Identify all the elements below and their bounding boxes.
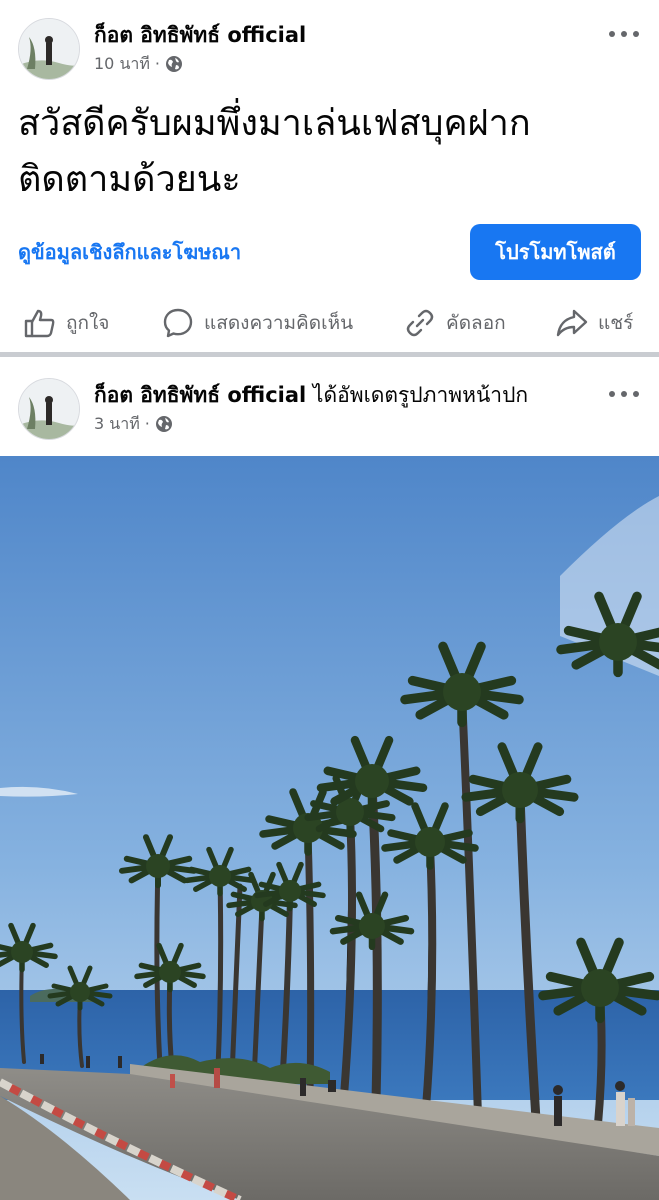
post-divider xyxy=(0,352,659,357)
globe-icon[interactable] xyxy=(155,415,173,433)
more-dots-icon[interactable] xyxy=(609,22,639,46)
comment-label: แสดงความคิดเห็น xyxy=(204,312,354,334)
post-time[interactable]: 10 นาที xyxy=(94,52,150,76)
copy-link-button[interactable]: คัดลอก xyxy=(404,300,506,346)
post-action-bar: ถูกใจ แสดงความคิดเห็น คัดลอก แชร์ xyxy=(0,300,659,346)
avatar[interactable] xyxy=(18,378,80,440)
promote-post-button[interactable]: โปรโมทโพสต์ xyxy=(470,224,641,280)
copy-label: คัดลอก xyxy=(446,312,506,334)
thumbs-up-icon xyxy=(24,309,55,338)
author-action: ได้อัพเดตรูปภาพหน้าปก xyxy=(306,383,529,407)
cover-photo[interactable] xyxy=(0,456,659,1200)
comment-bubble-icon xyxy=(163,308,193,338)
post-message-line: สวัสดีครับผมพึ่งมาเล่นเฟสบุคฝาก xyxy=(18,103,531,144)
author-name[interactable]: ก็อต อิทธิพัทธ์ official xyxy=(94,383,306,407)
meta-separator: · xyxy=(154,54,161,73)
like-button[interactable]: ถูกใจ xyxy=(24,300,109,346)
avatar-photo xyxy=(19,379,79,439)
insights-and-ads-link[interactable]: ดูข้อมูลเชิงลึกและโฆษณา xyxy=(18,236,241,268)
comment-button[interactable]: แสดงความคิดเห็น xyxy=(162,300,353,346)
link-icon xyxy=(406,309,434,337)
like-label: ถูกใจ xyxy=(66,312,110,334)
author-line: ก็อต อิทธิพัทธ์ official ได้อัพเดตรูปภาพ… xyxy=(94,380,528,410)
globe-icon[interactable] xyxy=(165,55,183,73)
share-button[interactable]: แชร์ xyxy=(556,300,633,346)
post-message-line: ติดตามด้วยนะ xyxy=(18,159,241,200)
post-meta: 3 นาที · xyxy=(94,412,173,436)
author-line: ก็อต อิทธิพัทธ์ official xyxy=(94,20,306,50)
more-dots-icon[interactable] xyxy=(609,382,639,406)
cover-photo-image xyxy=(0,456,659,1200)
facebook-feed: ก็อต อิทธิพัทธ์ official 10 นาที · สวัสด… xyxy=(0,0,659,1200)
avatar[interactable] xyxy=(18,18,80,80)
post-header: ก็อต อิทธิพัทธ์ official 10 นาที · xyxy=(0,0,659,80)
meta-separator: · xyxy=(144,414,150,433)
post-time[interactable]: 3 นาที xyxy=(94,412,140,436)
avatar-photo xyxy=(19,19,79,79)
post-message: สวัสดีครับผมพึ่งมาเล่นเฟสบุคฝาก ติดตามด้… xyxy=(18,96,638,208)
share-label: แชร์ xyxy=(598,312,634,334)
post-header: ก็อต อิทธิพัทธ์ official ได้อัพเดตรูปภาพ… xyxy=(0,360,659,440)
post-meta: 10 นาที · xyxy=(94,52,183,76)
share-arrow-icon xyxy=(556,309,588,337)
author-name[interactable]: ก็อต อิทธิพัทธ์ official xyxy=(94,23,306,47)
